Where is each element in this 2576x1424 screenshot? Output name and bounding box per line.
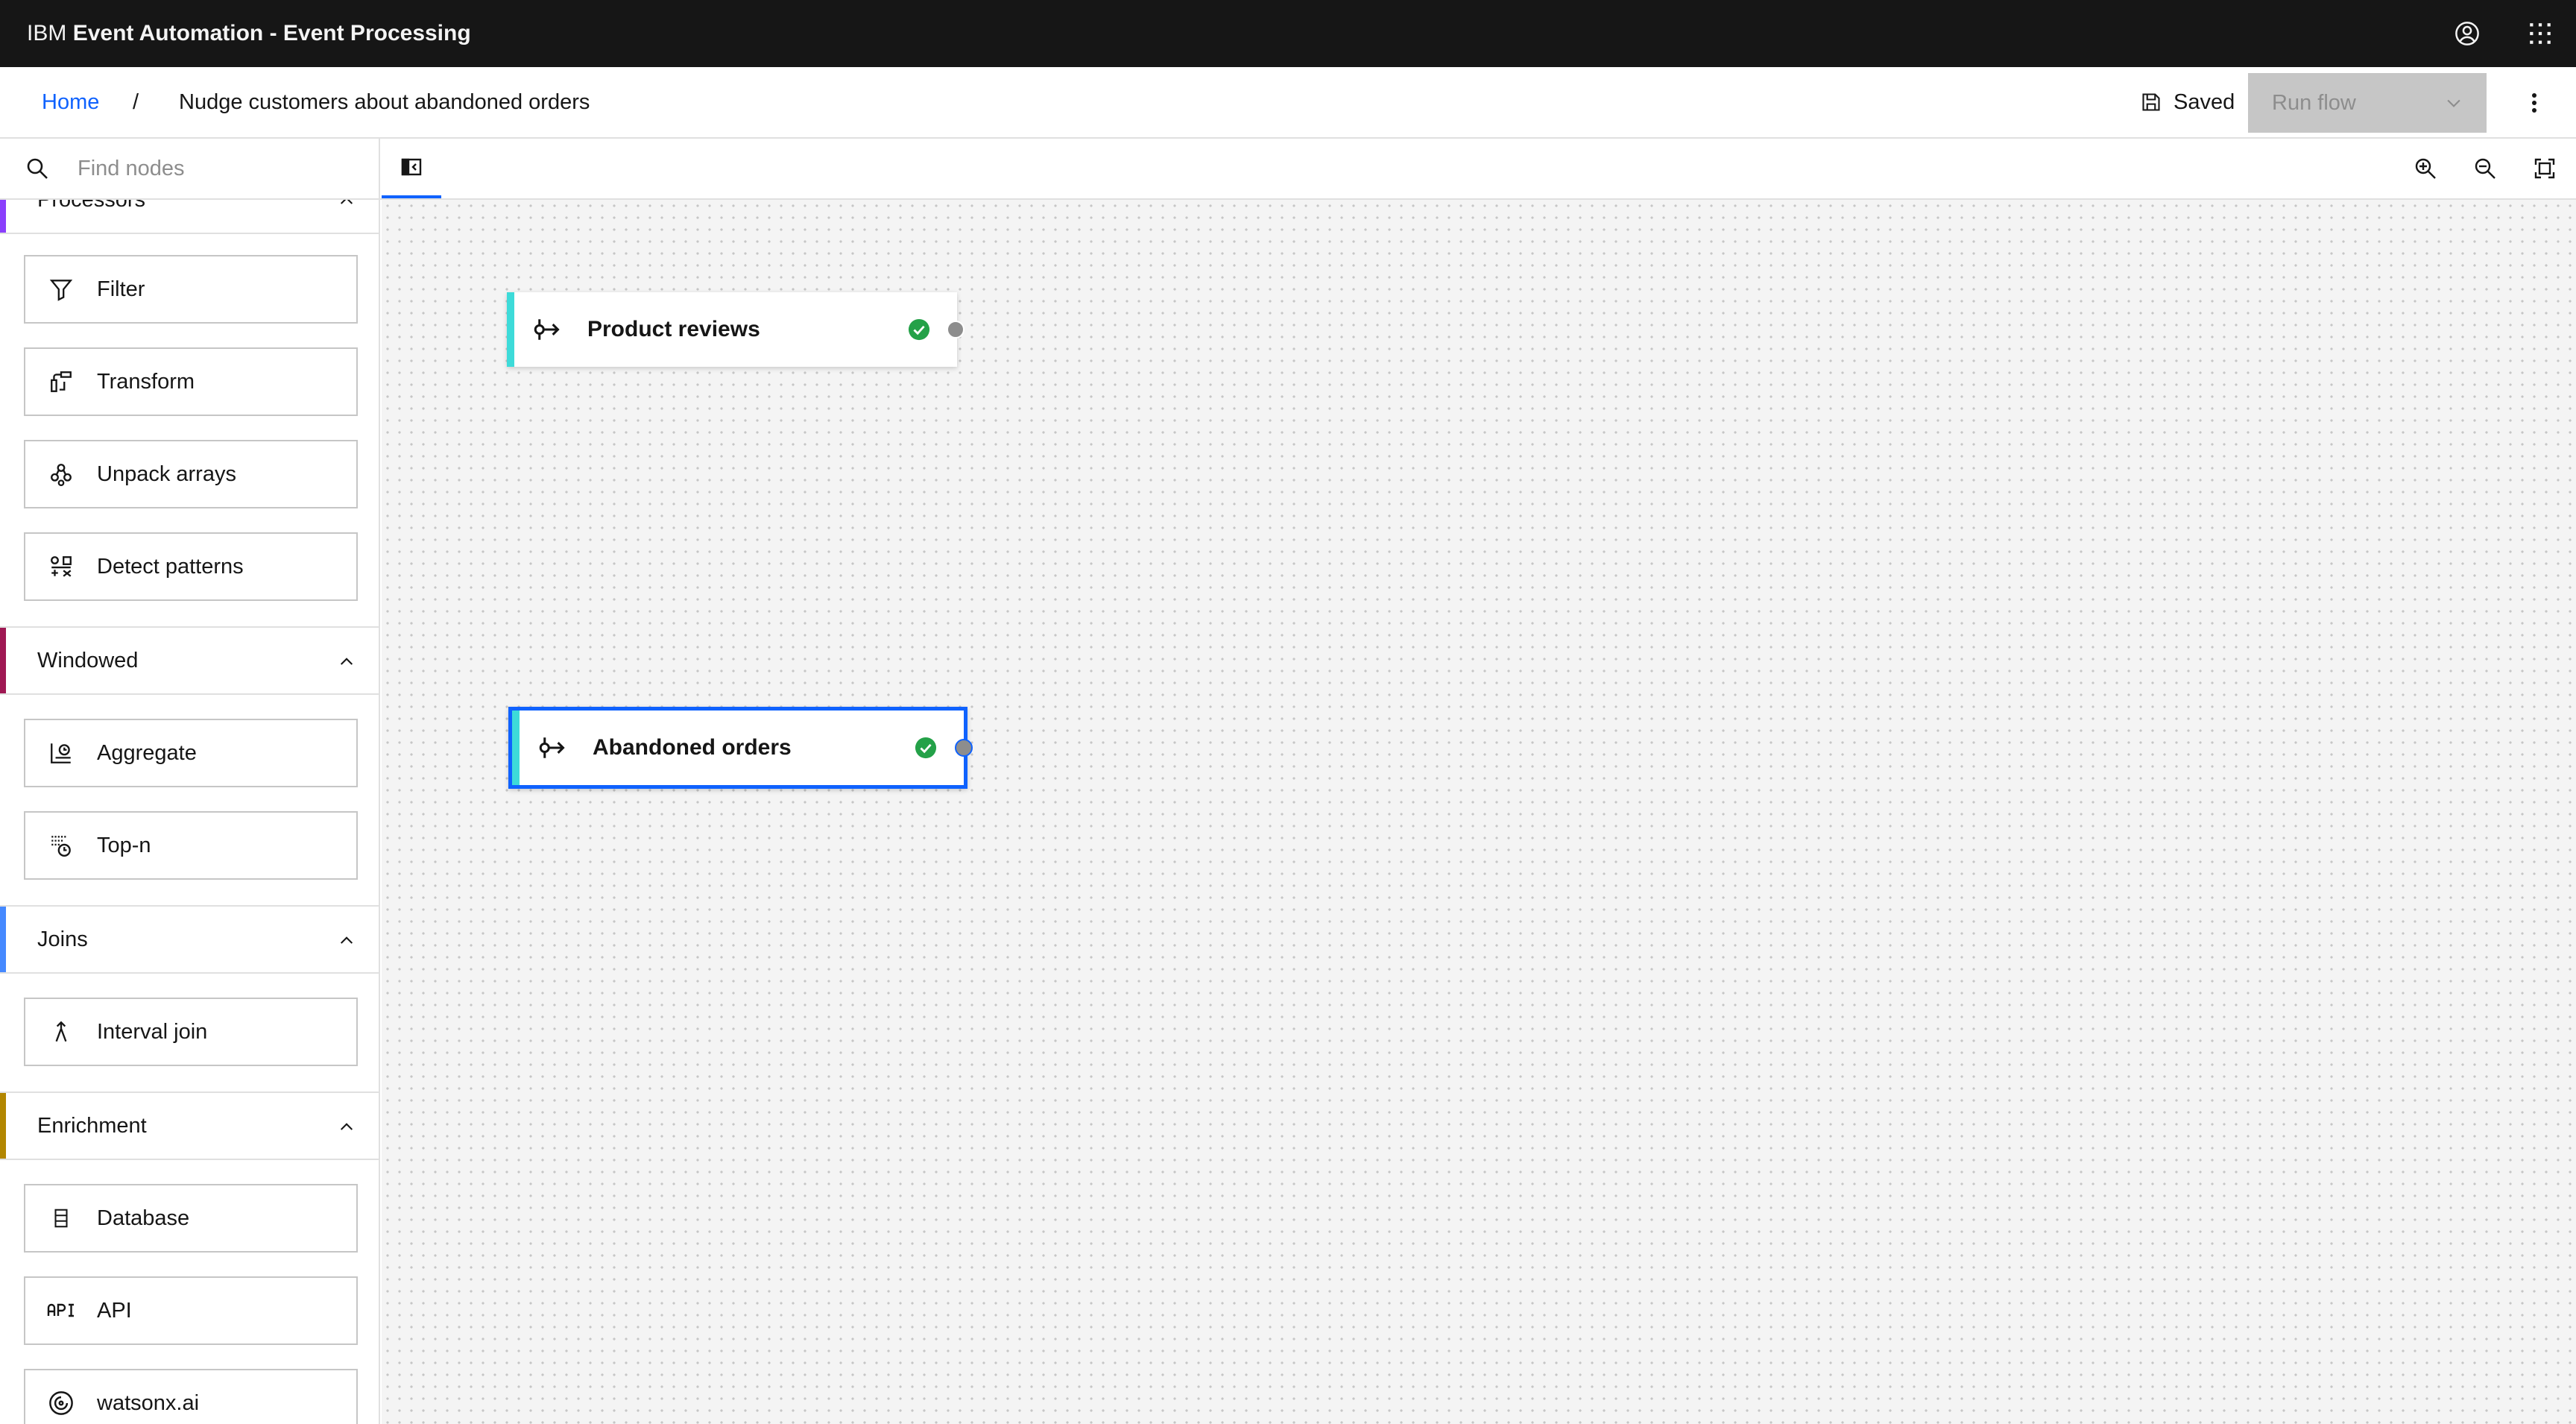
node-palette: Processors Filter Transform Unpack array… [0,200,380,1424]
side-panel-icon [401,158,422,176]
palette-item-label: Detect patterns [97,555,244,579]
category-color-bar [0,1093,6,1159]
category-windowed[interactable]: Windowed [0,626,379,695]
chevron-down-icon [2447,99,2460,107]
category-enrichment[interactable]: Enrichment [0,1091,379,1160]
node-label: Product reviews [587,317,760,341]
zoom-out-icon[interactable] [2467,151,2503,186]
palette-item-api[interactable]: API [24,1276,358,1345]
category-processors[interactable]: Processors [0,200,379,234]
category-label: Processors [37,200,146,212]
api-icon [45,1294,78,1327]
output-port[interactable] [955,739,973,757]
save-icon [2142,93,2160,111]
masthead: IBM Event Automation - Event Processing [0,0,2576,67]
palette-item-label: Unpack arrays [97,462,236,486]
brand-prefix: IBM [27,21,67,45]
database-icon [45,1202,78,1235]
flow-node-product-reviews[interactable]: Product reviews [507,292,965,367]
category-color-bar [0,200,6,233]
palette-item-filter[interactable]: Filter [24,255,358,324]
transform-icon [45,365,78,398]
run-flow-button[interactable]: Run flow [2248,73,2487,133]
product-title[interactable]: IBM Event Automation - Event Processing [27,0,471,67]
category-label: Joins [37,927,88,951]
overflow-menu-icon[interactable] [2516,82,2552,124]
event-source-icon [539,737,565,758]
palette-item-interval-join[interactable]: Interval join [24,998,358,1066]
category-color-bar [0,628,6,693]
saved-label: Saved [2174,89,2235,114]
palette-item-label: Database [97,1206,190,1230]
breadcrumb: Home / Nudge customers about abandoned o… [0,67,2576,139]
detect-patterns-icon [45,550,78,583]
palette-item-watsonx[interactable]: watsonx.ai [24,1369,358,1424]
node-accent-bar [507,292,514,367]
chevron-up-icon [340,1123,353,1130]
save-status: Saved [2141,67,2235,137]
palette-item-aggregate[interactable]: Aggregate [24,719,358,787]
category-joins[interactable]: Joins [0,905,379,974]
palette-item-label: API [97,1299,132,1323]
zoom-in-icon[interactable] [2408,151,2443,186]
success-checkmark-icon [908,318,930,341]
search-input[interactable] [78,149,368,188]
breadcrumb-separator: / [133,90,139,114]
fit-to-screen-icon[interactable] [2527,151,2563,186]
output-port[interactable] [947,321,965,338]
node-search [0,139,380,198]
flow-canvas[interactable]: Product reviews Abandoned orders [382,200,2576,1424]
category-label: Enrichment [37,1114,147,1138]
flow-node-abandoned-orders[interactable]: Abandoned orders [508,707,973,789]
app-switcher-icon[interactable] [2522,16,2558,51]
palette-item-top-n[interactable]: Top-n [24,811,358,880]
interval-join-icon [45,1015,78,1048]
palette-item-label: Top-n [97,834,151,857]
run-flow-label: Run flow [2272,90,2356,115]
category-label: Windowed [37,649,139,672]
node-label: Abandoned orders [593,735,792,760]
success-checkmark-icon [915,737,937,759]
search-icon [27,158,48,179]
palette-item-label: watsonx.ai [97,1391,200,1415]
palette-item-label: Filter [97,277,145,301]
palette-item-detect-patterns[interactable]: Detect patterns [24,532,358,601]
category-color-bar [0,907,6,972]
breadcrumb-home-link[interactable]: Home [42,67,99,137]
chevron-up-icon [340,658,353,665]
palette-toggle-button[interactable] [382,139,441,198]
palette-item-label: Interval join [97,1020,208,1044]
palette-item-database[interactable]: Database [24,1184,358,1253]
canvas-toolbar [0,139,2576,200]
palette-item-label: Aggregate [97,741,197,765]
node-accent-bar [512,711,520,785]
brand-product: Event Automation - Event Processing [72,21,471,45]
user-avatar-icon[interactable] [2449,16,2485,51]
chevron-up-icon [340,936,353,944]
unpack-arrays-icon [45,458,78,491]
palette-item-transform[interactable]: Transform [24,347,358,416]
palette-item-unpack-arrays[interactable]: Unpack arrays [24,440,358,508]
page-title: Nudge customers about abandoned orders [179,90,590,114]
palette-item-label: Transform [97,370,195,394]
filter-icon [45,273,78,306]
watsonx-icon [45,1387,78,1420]
event-source-icon [534,319,560,340]
chevron-up-icon [340,200,353,204]
top-n-icon [45,829,78,862]
aggregate-icon [45,737,78,769]
